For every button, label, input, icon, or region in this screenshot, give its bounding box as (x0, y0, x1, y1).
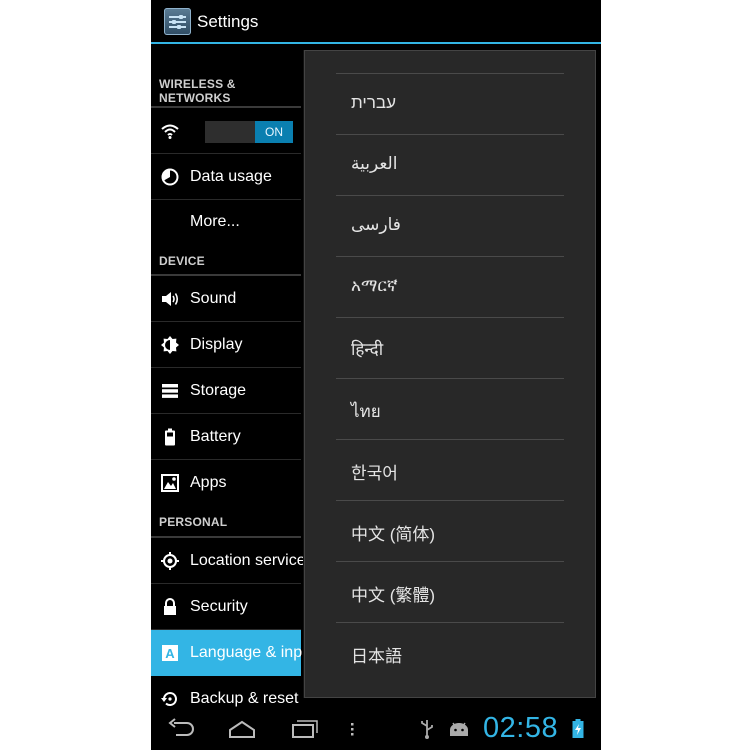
data-usage-label: Data usage (190, 168, 272, 185)
wifi-toggle[interactable]: ON (205, 121, 293, 143)
language-option-label: አማርኛ (351, 276, 398, 295)
battery-icon (165, 428, 175, 446)
data-usage-icon (161, 168, 179, 186)
settings-app-icon[interactable] (164, 8, 191, 35)
more-label: More... (190, 213, 240, 230)
language-option[interactable]: 한국어 (336, 439, 564, 500)
settings-item-battery[interactable]: Battery (151, 414, 301, 460)
language-option-label: 中文 (繁體) (351, 586, 436, 605)
language-option[interactable]: አማርኛ (336, 256, 564, 317)
action-bar: Settings (151, 0, 601, 44)
location-icon (161, 552, 179, 570)
android-screen: Settings WIRELESS & NETWORKS ON Data usa… (151, 0, 601, 750)
language-option-label: العربية (351, 154, 398, 173)
storage-label: Storage (190, 382, 247, 399)
language-option-label: 한국어 (351, 464, 398, 483)
app-title: Settings (197, 12, 259, 31)
settings-list: WIRELESS & NETWORKS ON Data usage More..… (151, 46, 315, 710)
lock-icon (164, 598, 176, 615)
battery-charging-icon (572, 719, 584, 738)
sound-label: Sound (190, 290, 237, 307)
speaker-icon (162, 292, 179, 306)
language-label: Language & input (190, 644, 316, 661)
language-option[interactable]: हिन्दी (336, 317, 564, 378)
system-bar: 02:58 (151, 710, 601, 750)
settings-item-more[interactable]: More... (151, 200, 301, 244)
menu-overflow-icon[interactable] (347, 718, 357, 740)
language-option[interactable]: עברית (336, 73, 564, 134)
backup-label: Backup & reset (190, 690, 299, 707)
brightness-icon (161, 336, 179, 354)
language-option[interactable]: 中文 (简体) (336, 500, 564, 561)
wifi-toggle-on-label: ON (255, 121, 293, 143)
keyboard-a-icon: A (162, 645, 178, 661)
back-icon[interactable] (167, 718, 197, 740)
settings-item-language[interactable]: A Language & input (151, 630, 315, 676)
action-bar-accent-line (151, 42, 601, 44)
language-option[interactable]: 日本語 (336, 622, 564, 683)
settings-item-apps[interactable]: Apps (151, 460, 301, 504)
clock: 02:58 (483, 712, 559, 744)
location-label: Location services (190, 552, 314, 569)
settings-item-sound[interactable]: Sound (151, 276, 301, 322)
usb-icon (421, 720, 433, 739)
settings-item-location[interactable]: Location services (151, 538, 314, 584)
storage-icon (162, 384, 178, 398)
language-option-label: ไทย (351, 402, 381, 421)
wifi-icon (161, 124, 179, 139)
settings-item-storage[interactable]: Storage (151, 368, 301, 414)
settings-item-display[interactable]: Display (151, 322, 301, 368)
home-icon[interactable] (227, 718, 257, 740)
language-picker-dialog: עברית العربية فارسی አማርኛ हिन्दी ไทย 한국어 (304, 50, 596, 698)
security-label: Security (190, 598, 248, 615)
battery-label: Battery (190, 428, 241, 445)
apps-icon (161, 474, 179, 492)
recent-apps-icon[interactable] (289, 718, 319, 740)
language-option[interactable]: ไทย (336, 378, 564, 439)
language-option-label: 中文 (简体) (351, 525, 436, 544)
language-option[interactable]: 中文 (繁體) (336, 561, 564, 622)
apps-label: Apps (190, 474, 227, 491)
language-option[interactable]: فارسی (336, 195, 564, 256)
settings-item-security[interactable]: Security (151, 584, 301, 630)
section-header-personal: PERSONAL (159, 515, 228, 529)
section-header-wireless: WIRELESS & NETWORKS (159, 77, 236, 105)
settings-item-data-usage[interactable]: Data usage (151, 154, 301, 200)
display-label: Display (190, 336, 243, 353)
android-debug-icon (450, 722, 468, 736)
language-option-label: 日本語 (351, 647, 402, 666)
language-option-label: हिन्दी (351, 340, 384, 359)
section-header-device: DEVICE (159, 254, 205, 268)
language-option-label: עברית (351, 93, 396, 112)
svg-text:A: A (165, 646, 175, 661)
language-option-label: فارسی (351, 215, 401, 234)
wifi-row[interactable]: ON (151, 108, 301, 154)
language-option[interactable]: العربية (336, 134, 564, 195)
language-option[interactable] (336, 50, 564, 73)
backup-restore-icon (161, 692, 177, 707)
